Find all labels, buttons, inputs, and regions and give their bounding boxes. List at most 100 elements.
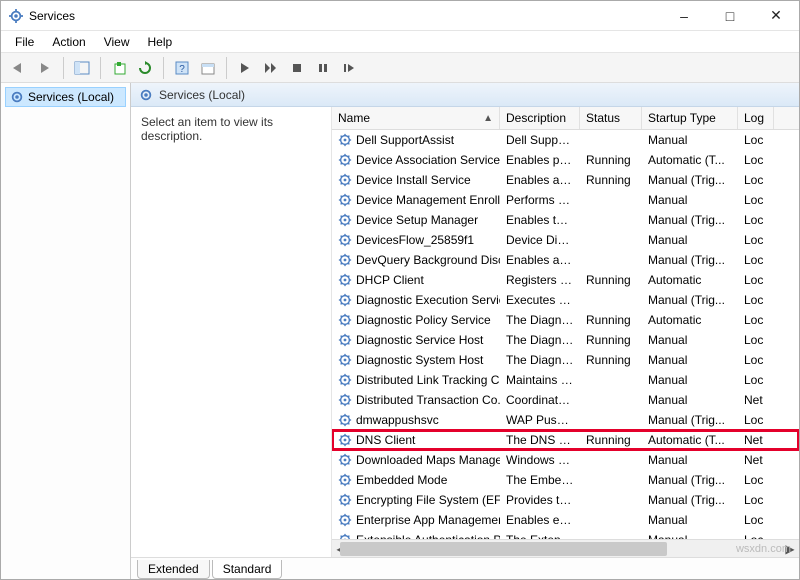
service-row[interactable]: Distributed Link Tracking Cl...Maintains… [332, 370, 799, 390]
gear-icon [338, 253, 352, 267]
export-button[interactable] [107, 56, 131, 80]
cell-startup-type: Manual [642, 333, 738, 347]
service-row[interactable]: Enterprise App Managemen...Enables ent..… [332, 510, 799, 530]
service-row[interactable]: Device Install ServiceEnables a c...Runn… [332, 170, 799, 190]
column-logon-as[interactable]: Log [738, 107, 774, 129]
cell-startup-type: Manual [642, 233, 738, 247]
service-row[interactable]: Distributed Transaction Co...Coordinates… [332, 390, 799, 410]
cell-status: Running [580, 153, 642, 167]
cell-startup-type: Manual [642, 353, 738, 367]
properties-button[interactable] [196, 56, 220, 80]
cell-logon-as: Loc [738, 333, 774, 347]
scroll-thumb[interactable] [340, 542, 667, 556]
refresh-button[interactable] [133, 56, 157, 80]
tab-extended[interactable]: Extended [137, 560, 210, 579]
cell-name: Device Management Enroll... [332, 193, 500, 207]
tab-standard[interactable]: Standard [212, 560, 283, 579]
cell-logon-as: Loc [738, 193, 774, 207]
cell-name: Dell SupportAssist [332, 133, 500, 147]
toolbar: ? [1, 53, 799, 83]
gear-icon [338, 453, 352, 467]
service-row[interactable]: Diagnostic System HostThe Diagno...Runni… [332, 350, 799, 370]
cell-name: Distributed Transaction Co... [332, 393, 500, 407]
cell-name: Device Install Service [332, 173, 500, 187]
gear-icon [338, 193, 352, 207]
service-row[interactable]: Encrypting File System (EFS)Provides th.… [332, 490, 799, 510]
cell-name: Downloaded Maps Manager [332, 453, 500, 467]
cell-logon-as: Loc [738, 153, 774, 167]
column-status[interactable]: Status [580, 107, 642, 129]
service-row[interactable]: Device Association ServiceEnables pair..… [332, 150, 799, 170]
menu-help[interactable]: Help [140, 33, 181, 51]
services-list: Name▲ Description Status Startup Type Lo… [331, 107, 799, 557]
gear-icon [338, 333, 352, 347]
menu-view[interactable]: View [96, 33, 138, 51]
service-row[interactable]: Diagnostic Execution ServiceExecutes dia… [332, 290, 799, 310]
cell-logon-as: Loc [738, 273, 774, 287]
column-description[interactable]: Description [500, 107, 580, 129]
cell-name: Distributed Link Tracking Cl... [332, 373, 500, 387]
cell-name: Diagnostic Execution Service [332, 293, 500, 307]
cell-description: Maintains li... [500, 373, 580, 387]
menu-action[interactable]: Action [44, 33, 93, 51]
service-row[interactable]: Diagnostic Service HostThe Diagno...Runn… [332, 330, 799, 350]
service-row[interactable]: Diagnostic Policy ServiceThe Diagno...Ru… [332, 310, 799, 330]
menu-file[interactable]: File [7, 33, 42, 51]
service-name: Downloaded Maps Manager [356, 453, 500, 467]
service-row[interactable]: dmwappushsvcWAP Push ...Manual (Trig...L… [332, 410, 799, 430]
minimize-button[interactable]: – [661, 1, 707, 31]
cell-logon-as: Loc [738, 513, 774, 527]
service-row[interactable]: DHCP ClientRegisters an...RunningAutomat… [332, 270, 799, 290]
service-name: Distributed Transaction Co... [356, 393, 500, 407]
pause-service-button[interactable] [311, 56, 335, 80]
cell-status: Running [580, 433, 642, 447]
cell-logon-as: Loc [738, 473, 774, 487]
gear-icon [338, 173, 352, 187]
service-row[interactable]: Dell SupportAssistDell Suppor...ManualLo… [332, 130, 799, 150]
resume-service-button[interactable] [337, 56, 361, 80]
cell-startup-type: Automatic [642, 273, 738, 287]
main-split: Services (Local) Services (Local) Select… [1, 83, 799, 579]
svg-text:?: ? [179, 64, 185, 75]
column-startup-type[interactable]: Startup Type [642, 107, 738, 129]
cell-startup-type: Manual [642, 453, 738, 467]
restart-service-button[interactable] [259, 56, 283, 80]
menubar: File Action View Help [1, 31, 799, 53]
service-row[interactable]: Extensible Authentication P...The Extens… [332, 530, 799, 539]
horizontal-scrollbar[interactable]: ◀ ▶ [332, 539, 799, 557]
cell-name: DevQuery Background Disc... [332, 253, 500, 267]
cell-startup-type: Automatic (T... [642, 433, 738, 447]
service-row[interactable]: DevQuery Background Disc...Enables app..… [332, 250, 799, 270]
details-pane: Services (Local) Select an item to view … [131, 83, 799, 579]
service-row[interactable]: DevicesFlow_25859f1Device Disc...ManualL… [332, 230, 799, 250]
cell-startup-type: Automatic (T... [642, 153, 738, 167]
tree-node-services-local[interactable]: Services (Local) [5, 87, 126, 107]
cell-description: Enables the ... [500, 213, 580, 227]
cell-name: Diagnostic Service Host [332, 333, 500, 347]
service-row[interactable]: Device Management Enroll...Performs D...… [332, 190, 799, 210]
service-name: DNS Client [356, 433, 415, 447]
service-row[interactable]: DNS ClientThe DNS Cli...RunningAutomatic… [332, 430, 799, 450]
service-row[interactable]: Embedded ModeThe Embed...Manual (Trig...… [332, 470, 799, 490]
cell-status: Running [580, 173, 642, 187]
cell-status: Running [580, 313, 642, 327]
close-button[interactable]: ✕ [753, 1, 799, 31]
show-hide-tree-button[interactable] [70, 56, 94, 80]
help-button[interactable]: ? [170, 56, 194, 80]
gear-icon [10, 90, 24, 104]
start-service-button[interactable] [233, 56, 257, 80]
maximize-button[interactable]: □ [707, 1, 753, 31]
gear-icon [338, 293, 352, 307]
forward-button[interactable] [33, 56, 57, 80]
service-row[interactable]: Device Setup ManagerEnables the ...Manua… [332, 210, 799, 230]
gear-icon [338, 213, 352, 227]
services-app-icon [9, 9, 23, 23]
stop-service-button[interactable] [285, 56, 309, 80]
column-name[interactable]: Name▲ [332, 107, 500, 129]
back-button[interactable] [7, 56, 31, 80]
gear-icon [338, 433, 352, 447]
service-row[interactable]: Downloaded Maps ManagerWindows se...Manu… [332, 450, 799, 470]
gear-icon [338, 413, 352, 427]
gear-icon [338, 353, 352, 367]
service-name: Device Association Service [356, 153, 500, 167]
